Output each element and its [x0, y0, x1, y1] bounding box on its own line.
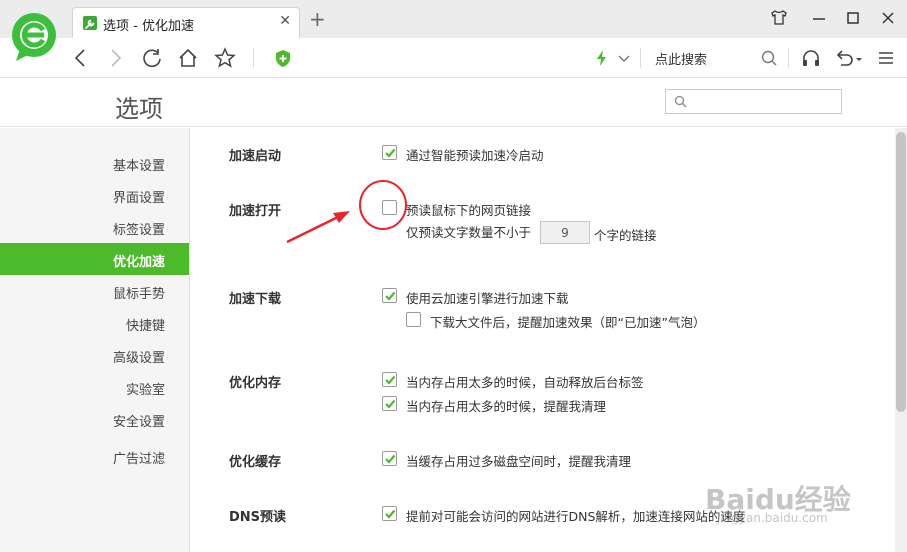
chevron-down-icon[interactable] — [613, 47, 635, 69]
refresh-icon[interactable] — [141, 47, 163, 69]
section-title-dns: DNS预读 — [229, 510, 287, 525]
options-search-box[interactable] — [665, 89, 842, 114]
toolbar-divider — [640, 48, 641, 68]
section-title-download: 加速下载 — [229, 292, 282, 307]
toolbar: 点此搜索 — [0, 38, 907, 78]
sidebar-item-tabs[interactable]: 标签设置 — [0, 211, 189, 243]
checkbox-memory-release[interactable] — [382, 372, 397, 387]
tab-close-icon[interactable]: ✕ — [279, 13, 291, 29]
forward-icon[interactable] — [104, 47, 126, 69]
new-tab-icon[interactable]: + — [309, 9, 326, 29]
wrench-icon — [83, 16, 97, 30]
search-icon[interactable] — [758, 47, 780, 69]
options-search-input[interactable] — [692, 92, 837, 111]
menu-icon[interactable] — [875, 47, 897, 69]
checkbox-memory-remind[interactable] — [382, 396, 397, 411]
maximize-icon[interactable] — [842, 8, 864, 28]
skin-icon[interactable] — [768, 8, 790, 28]
sidebar: 基本设置 界面设置 标签设置 优化加速 鼠标手势 快捷键 高级设置 实验室 安全… — [0, 128, 190, 552]
home-icon[interactable] — [177, 47, 199, 69]
checkbox-cache-remind[interactable] — [382, 451, 397, 466]
sidebar-item-acceleration[interactable]: 优化加速 — [0, 243, 189, 275]
headphones-icon[interactable] — [800, 47, 822, 69]
checkbox-dns-prefetch[interactable] — [382, 506, 397, 521]
section-title-startup: 加速启动 — [229, 149, 282, 164]
lightning-icon[interactable] — [591, 47, 613, 69]
sidebar-item-interface[interactable]: 界面设置 — [0, 179, 189, 211]
checkbox-cloud-download[interactable] — [382, 288, 397, 303]
section-title-open: 加速打开 — [229, 204, 282, 219]
preload-min-chars-suffix: 个字的链接 — [594, 228, 657, 243]
search-icon — [674, 95, 687, 108]
preload-min-chars-input[interactable] — [540, 221, 590, 244]
sidebar-item-basic[interactable]: 基本设置 — [0, 147, 189, 179]
sidebar-item-security[interactable]: 安全设置 — [0, 403, 189, 435]
page-title: 选项 — [115, 95, 163, 123]
sidebar-item-lab[interactable]: 实验室 — [0, 371, 189, 403]
scrollbar-thumb[interactable] — [896, 132, 906, 412]
sidebar-item-gestures[interactable]: 鼠标手势 — [0, 275, 189, 307]
tab-title: 选项 - 优化加速 — [103, 19, 194, 34]
watermark-url: jingyan.baidu.com — [717, 511, 828, 525]
browser-tab[interactable]: 选项 - 优化加速 ✕ — [72, 7, 300, 39]
section-title-memory: 优化内存 — [229, 376, 282, 391]
star-icon[interactable] — [214, 47, 236, 69]
checkbox-download-bubble[interactable] — [406, 312, 421, 327]
checkbox-preload-link[interactable] — [382, 200, 397, 215]
close-window-icon[interactable] — [877, 8, 899, 28]
title-bar: 选项 - 优化加速 ✕ + — [0, 0, 907, 39]
browser-logo-icon — [10, 11, 58, 63]
search-engine-input[interactable]: 点此搜索 — [655, 49, 707, 68]
preload-min-chars-label: 仅预读文字数量不小于 — [406, 225, 532, 240]
checkbox-startup-preload[interactable] — [382, 145, 397, 160]
toolbar-divider — [788, 48, 789, 68]
sidebar-item-advanced[interactable]: 高级设置 — [0, 339, 189, 371]
back-icon[interactable] — [70, 47, 92, 69]
extension-shield-icon[interactable] — [272, 47, 294, 69]
sidebar-item-adblock[interactable]: 广告过滤 — [0, 440, 189, 472]
undo-dropdown-icon[interactable] — [852, 47, 874, 69]
sidebar-item-shortcuts[interactable]: 快捷键 — [0, 307, 189, 339]
options-header: 选项 — [0, 79, 907, 127]
minimize-icon[interactable] — [808, 8, 830, 28]
section-title-cache: 优化缓存 — [229, 455, 282, 470]
toolbar-divider — [253, 48, 254, 68]
